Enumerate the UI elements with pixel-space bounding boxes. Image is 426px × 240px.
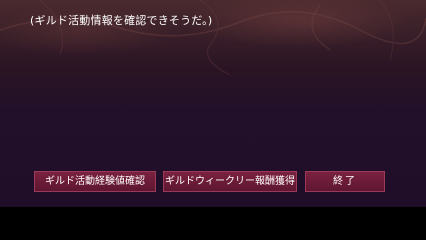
exit-button[interactable]: 終了 — [305, 171, 385, 192]
bottom-letterbox — [0, 207, 426, 232]
guild-weekly-reward-button[interactable]: ギルドウィークリー報酬獲得 — [163, 171, 297, 192]
game-screen: (ギルド活動情報を確認できそうだ。) ギルド活動経験値確認 ギルドウィークリー報… — [0, 0, 426, 232]
dialog-message: (ギルド活動情報を確認できそうだ。) — [30, 14, 213, 27]
guild-exp-check-button[interactable]: ギルド活動経験値確認 — [34, 171, 156, 192]
